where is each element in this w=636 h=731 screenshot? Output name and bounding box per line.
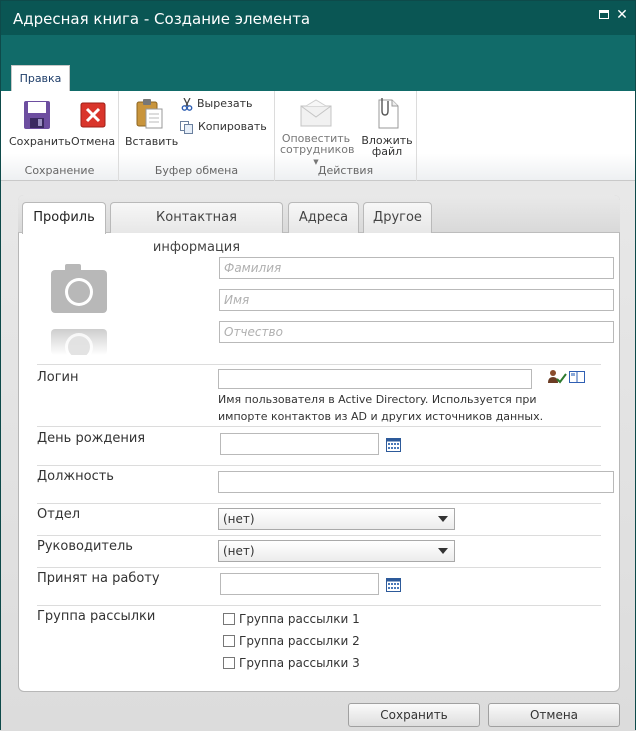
copy-button-label: Копировать xyxy=(198,120,267,133)
attach-file-button[interactable]: Вложить файл xyxy=(361,97,413,157)
tab-profile[interactable]: Профиль xyxy=(22,202,106,234)
address-book-icon[interactable] xyxy=(569,370,585,384)
position-input[interactable] xyxy=(218,471,614,493)
ribbon-group-clipboard: Вставить Вырезать Копировать Буфер обмен… xyxy=(119,91,275,181)
firstname-input[interactable]: Имя xyxy=(219,289,614,311)
birthday-input[interactable] xyxy=(220,433,379,455)
separator xyxy=(37,465,601,466)
birthday-label: День рождения xyxy=(37,431,146,446)
tab-other[interactable]: Другое xyxy=(363,202,432,233)
paste-button[interactable]: Вставить xyxy=(125,98,179,148)
copy-icon xyxy=(180,120,193,134)
mailing-option-label: Группа рассылки 3 xyxy=(239,656,360,670)
notify-button-label-2: сотрудников xyxy=(280,143,355,156)
close-icon[interactable]: ✕ xyxy=(616,8,628,22)
checkbox[interactable] xyxy=(223,634,235,647)
copy-button[interactable]: Копировать xyxy=(180,120,267,134)
save-button[interactable]: Сохранить xyxy=(9,100,71,148)
department-value: (нет) xyxy=(223,512,255,526)
manager-value: (нет) xyxy=(223,544,255,558)
notify-button[interactable]: Оповестить сотрудников ▼ xyxy=(280,99,355,168)
footer-cancel-button[interactable]: Отмена xyxy=(488,703,620,727)
mailing-option-label: Группа рассылки 1 xyxy=(239,612,360,626)
save-button-label: Сохранить xyxy=(9,135,71,148)
cut-button-label: Вырезать xyxy=(197,97,253,110)
calendar-icon[interactable] xyxy=(386,438,401,452)
ribbon-band xyxy=(1,35,635,91)
maximize-icon[interactable] xyxy=(598,9,610,21)
window-title: Адресная книга - Создание элемента xyxy=(13,10,311,28)
mailing-label: Группа рассылки xyxy=(37,609,156,624)
attach-file-icon xyxy=(378,98,399,129)
title-bar: Адресная книга - Создание элемента ✕ xyxy=(1,1,635,35)
ribbon-group-save-label: Сохранение xyxy=(24,164,95,177)
calendar-icon[interactable] xyxy=(386,578,401,592)
cancel-icon xyxy=(80,102,106,128)
check-names-icon[interactable] xyxy=(548,369,568,385)
chevron-down-icon xyxy=(438,548,448,554)
middlename-input[interactable]: Отчество xyxy=(219,321,614,343)
separator xyxy=(37,503,601,504)
tab-addresses[interactable]: Адреса xyxy=(288,202,359,233)
footer-save-button[interactable]: Сохранить xyxy=(348,703,480,727)
tab-contact-info[interactable]: Контактная информация xyxy=(110,202,283,255)
ribbon-group-save: Сохранить Отмена Сохранение xyxy=(1,91,119,181)
separator xyxy=(37,426,601,427)
mailing-option-label: Группа рассылки 2 xyxy=(239,634,360,648)
camera-icon xyxy=(51,264,107,361)
scissors-icon xyxy=(181,97,193,111)
department-label: Отдел xyxy=(37,507,81,522)
separator xyxy=(37,535,601,536)
ribbon-group-clipboard-label: Буфер обмена xyxy=(154,164,239,177)
separator xyxy=(37,364,601,365)
floppy-icon xyxy=(24,101,50,129)
login-hint: Имя пользователя в Active Directory. Исп… xyxy=(218,393,544,423)
envelope-icon xyxy=(300,99,332,127)
mailing-option-1[interactable]: Группа рассылки 1 xyxy=(223,612,360,626)
separator xyxy=(37,567,601,568)
paste-button-label: Вставить xyxy=(125,135,179,148)
login-label: Логин xyxy=(37,370,79,385)
chevron-down-icon xyxy=(438,516,448,522)
mailing-option-2[interactable]: Группа рассылки 2 xyxy=(223,634,360,648)
ribbon-group-actions-label: Действия xyxy=(317,164,374,177)
ribbon-tab-edit[interactable]: Правка xyxy=(11,65,70,92)
cancel-button-label: Отмена xyxy=(71,135,116,148)
cut-button[interactable]: Вырезать xyxy=(181,97,252,111)
attach-file-label-2: файл xyxy=(371,145,403,158)
paste-icon xyxy=(136,99,163,129)
separator xyxy=(37,605,601,606)
hired-label: Принят на работу xyxy=(37,571,160,586)
cancel-button[interactable]: Отмена xyxy=(71,100,115,147)
manager-select[interactable]: (нет) xyxy=(218,540,455,562)
checkbox[interactable] xyxy=(223,656,235,669)
position-label: Должность xyxy=(37,469,114,484)
dialog-window: Адресная книга - Создание элемента ✕ Пра… xyxy=(0,0,636,731)
ribbon-group-actions: Оповестить сотрудников ▼ Вложить файл Де… xyxy=(275,91,417,181)
manager-label: Руководитель xyxy=(37,539,133,554)
photo-placeholder[interactable] xyxy=(51,263,107,361)
hired-input[interactable] xyxy=(220,573,379,595)
department-select[interactable]: (нет) xyxy=(218,508,455,530)
lastname-input[interactable]: Фамилия xyxy=(219,257,614,279)
mailing-option-3[interactable]: Группа рассылки 3 xyxy=(223,656,360,670)
login-input[interactable] xyxy=(218,369,532,389)
checkbox[interactable] xyxy=(223,612,235,625)
ribbon: Сохранить Отмена Сохранение Вставить Выр… xyxy=(1,91,635,181)
